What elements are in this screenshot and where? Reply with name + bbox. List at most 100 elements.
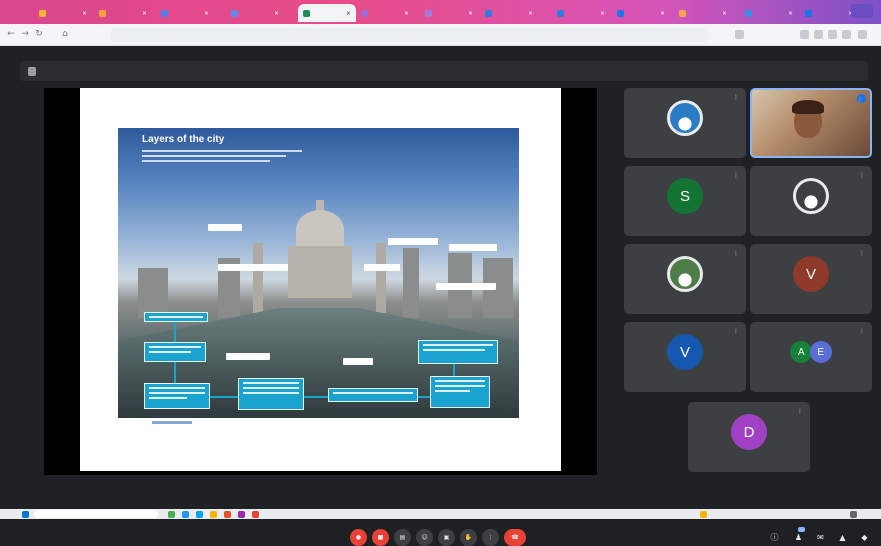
forward-icon[interactable]: → xyxy=(20,29,30,39)
weather-icon[interactable] xyxy=(700,511,707,518)
taskbar-app-icon[interactable] xyxy=(238,511,245,518)
browser-tab[interactable]: × xyxy=(298,4,356,22)
taskbar-search[interactable] xyxy=(34,510,158,518)
participant-tile[interactable]: ⋮ xyxy=(750,166,872,236)
tab-favicon-icon xyxy=(425,9,432,17)
close-tab-icon[interactable]: × xyxy=(660,10,665,17)
lock-icon[interactable]: ◆ xyxy=(860,533,869,542)
close-tab-icon[interactable]: × xyxy=(142,10,147,17)
close-tab-icon[interactable]: × xyxy=(468,10,473,17)
mic-off-button[interactable]: ● xyxy=(350,529,367,546)
participant-tile[interactable]: V ⋮ xyxy=(750,244,872,314)
tab-favicon-icon xyxy=(99,9,106,17)
browser-tab[interactable]: × xyxy=(226,4,284,22)
extension-icon[interactable] xyxy=(814,30,823,39)
close-tab-icon[interactable]: × xyxy=(788,10,793,17)
taskbar-app-icon[interactable] xyxy=(210,511,217,518)
participant-tile[interactable]: D ⋮ xyxy=(688,402,810,472)
browser-tab[interactable]: × xyxy=(674,4,732,22)
tile-options-icon[interactable]: ⋮ xyxy=(859,328,865,335)
camera-off-button[interactable]: ■ xyxy=(372,529,389,546)
tower xyxy=(376,243,386,313)
more-options-button[interactable]: ⋮ xyxy=(482,529,499,546)
callout-box xyxy=(430,376,490,408)
close-tab-icon[interactable]: × xyxy=(404,10,409,17)
participant-video xyxy=(792,100,824,114)
close-tab-icon[interactable]: × xyxy=(722,10,727,17)
tile-options-icon[interactable]: ⋮ xyxy=(859,172,865,179)
tile-options-icon[interactable]: ⋮ xyxy=(733,328,739,335)
tab-favicon-icon xyxy=(361,9,368,17)
close-tab-icon[interactable]: × xyxy=(274,10,279,17)
address-bar[interactable] xyxy=(110,28,710,42)
taskbar-app-icon[interactable] xyxy=(224,511,231,518)
profile-icon[interactable] xyxy=(858,30,867,39)
browser-tab[interactable]: × xyxy=(420,4,478,22)
participant-tile[interactable]: V ⋮ xyxy=(624,322,746,392)
present-button[interactable]: ▣ xyxy=(438,529,455,546)
meeting-area: Layers of the city ⋮ ⋮ S ⋮ ⋮ ⋮ V ⋮ V ⋮ A… xyxy=(0,46,881,546)
extension-icon[interactable] xyxy=(800,30,809,39)
home-icon[interactable]: ⌂ xyxy=(60,29,70,39)
browser-tab[interactable]: × xyxy=(552,4,610,22)
download-icon[interactable] xyxy=(735,30,744,39)
taskbar-app-icon[interactable] xyxy=(252,511,259,518)
taskbar-app-icon[interactable] xyxy=(168,511,175,518)
participant-tile[interactable]: ⋮ xyxy=(750,88,872,158)
chat-icon[interactable]: ✉ xyxy=(816,533,825,542)
windows-start-icon[interactable] xyxy=(22,511,29,518)
slide-label xyxy=(449,244,497,251)
slide-photo: Layers of the city xyxy=(118,128,519,418)
building xyxy=(403,248,419,318)
extension-icon[interactable] xyxy=(828,30,837,39)
window-controls[interactable] xyxy=(851,4,873,18)
participant-tile[interactable]: S ⋮ xyxy=(624,166,746,236)
back-icon[interactable]: ← xyxy=(6,29,16,39)
info-icon[interactable]: ⓘ xyxy=(770,533,779,542)
slide-label xyxy=(364,264,400,271)
taskbar-app-icon[interactable] xyxy=(182,511,189,518)
participant-tile[interactable]: ⋮ xyxy=(624,88,746,158)
participant-tile[interactable]: A E ⋮ xyxy=(750,322,872,392)
browser-tab[interactable]: × xyxy=(34,4,92,22)
close-tab-icon[interactable]: × xyxy=(82,10,87,17)
tab-favicon-icon xyxy=(485,9,492,17)
reload-icon[interactable]: ↻ xyxy=(34,29,44,39)
close-tab-icon[interactable]: × xyxy=(528,10,533,17)
extension-icon[interactable] xyxy=(842,30,851,39)
raise-hand-button[interactable]: ✋ xyxy=(460,529,477,546)
close-tab-icon[interactable]: × xyxy=(600,10,605,17)
participant-avatar: D xyxy=(731,414,767,451)
tab-favicon-icon xyxy=(805,9,812,17)
browser-tab[interactable]: × xyxy=(94,4,152,22)
tile-options-icon[interactable]: ⋮ xyxy=(859,250,865,257)
notification-icon[interactable] xyxy=(850,511,857,518)
taskbar-app-icon[interactable] xyxy=(196,511,203,518)
people-icon[interactable]: ♟ xyxy=(794,533,803,542)
tile-options-icon[interactable]: ⋮ xyxy=(733,250,739,257)
tile-options-icon[interactable]: ⋮ xyxy=(733,172,739,179)
slide-title: Layers of the city xyxy=(142,134,225,145)
activities-icon[interactable]: ▲ xyxy=(838,533,847,542)
browser-tab[interactable]: × xyxy=(800,4,858,22)
slide-label xyxy=(343,358,373,365)
browser-tab[interactable]: × xyxy=(480,4,538,22)
tile-options-icon[interactable]: ⋮ xyxy=(797,408,803,415)
tile-options-icon[interactable]: ⋮ xyxy=(733,94,739,101)
tile-options-icon[interactable]: ⋮ xyxy=(857,96,863,103)
callout-box xyxy=(418,340,498,364)
browser-tab[interactable]: × xyxy=(740,4,798,22)
end-call-button[interactable]: ☎ xyxy=(504,529,526,546)
slide-label xyxy=(388,238,438,245)
browser-tab[interactable]: × xyxy=(156,4,214,22)
browser-tab[interactable]: × xyxy=(612,4,670,22)
close-tab-icon[interactable]: × xyxy=(346,10,351,17)
emoji-button[interactable]: ☺ xyxy=(416,529,433,546)
close-tab-icon[interactable]: × xyxy=(204,10,209,17)
os-taskbar xyxy=(0,509,881,519)
captions-button[interactable]: ▤ xyxy=(394,529,411,546)
callout-box xyxy=(238,378,304,410)
browser-tab[interactable]: × xyxy=(356,4,414,22)
participant-tile[interactable]: ⋮ xyxy=(624,244,746,314)
participant-avatar: S xyxy=(667,178,703,215)
